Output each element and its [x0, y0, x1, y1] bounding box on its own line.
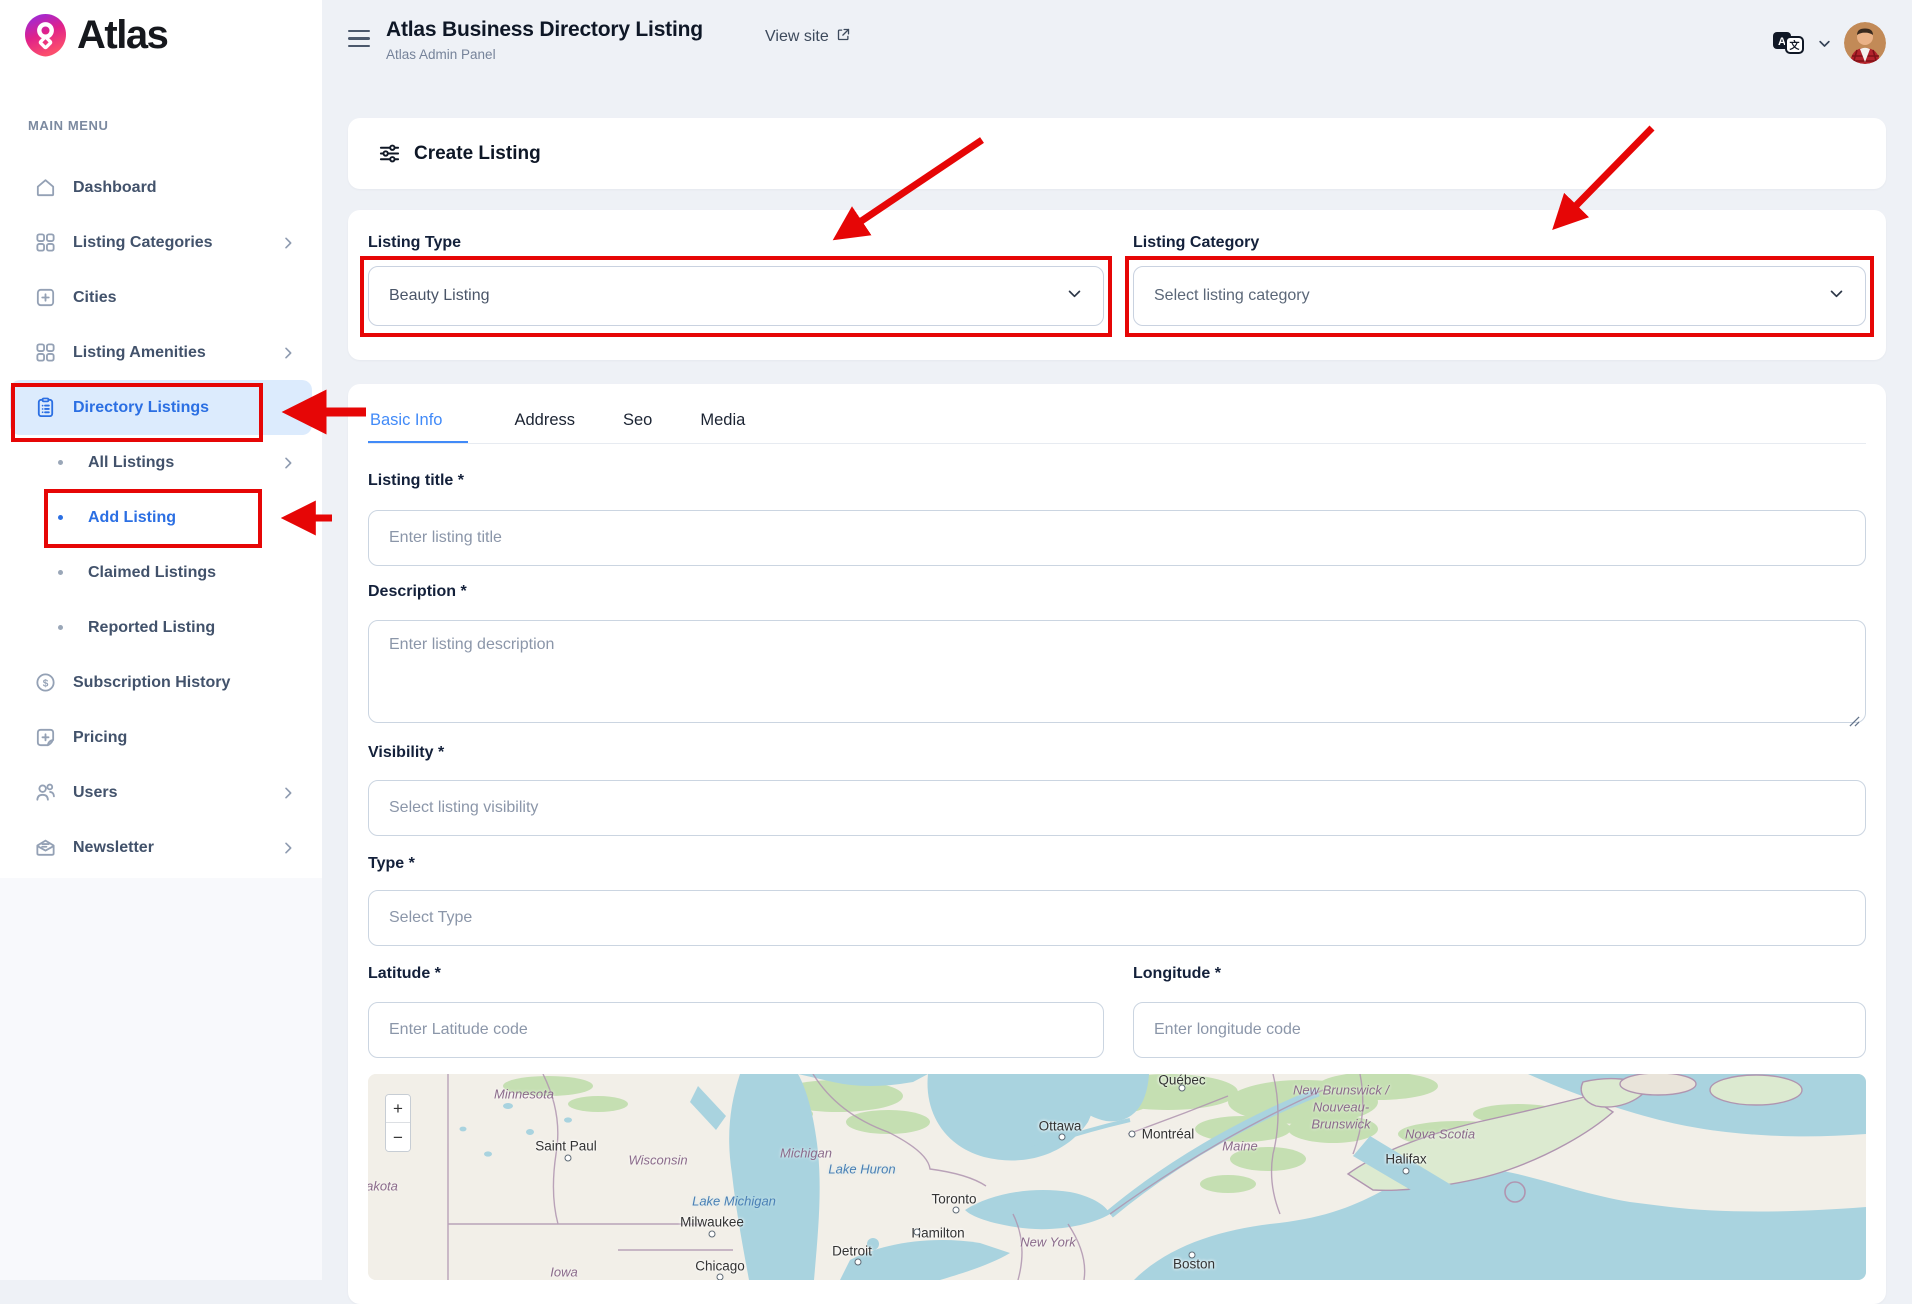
- chevron-right-icon: [280, 455, 296, 471]
- tab-media[interactable]: Media: [698, 398, 747, 443]
- tab-address[interactable]: Address: [512, 398, 577, 443]
- description-label: Description *: [368, 583, 467, 601]
- sidebar-item-users[interactable]: Users: [0, 765, 322, 820]
- listing-form-card: Basic Info Address Seo Media Listing tit…: [348, 384, 1886, 1304]
- svg-text:文: 文: [1790, 39, 1801, 52]
- sidebar-item-label: Directory Listings: [73, 399, 209, 417]
- clipboard-list-icon: [34, 396, 57, 419]
- grid-icon: [34, 231, 57, 254]
- chevron-down-icon: [1828, 285, 1845, 307]
- sidebar-item-all-listings[interactable]: All Listings: [0, 435, 322, 490]
- topbar: Atlas Business Directory Listing Atlas A…: [322, 0, 1912, 86]
- view-site-label: View site: [765, 28, 829, 46]
- latitude-input[interactable]: [368, 1002, 1104, 1058]
- sidebar-item-label: All Listings: [88, 454, 174, 472]
- sidebar: Atlas MAIN MENU Dashboard Listing Catego…: [0, 0, 322, 1280]
- map-zoom-control: + −: [385, 1094, 411, 1152]
- create-listing-card: Create Listing: [348, 118, 1886, 189]
- chevron-right-icon: [280, 785, 296, 801]
- sidebar-item-pricing[interactable]: Pricing: [0, 710, 322, 765]
- user-avatar[interactable]: [1844, 22, 1886, 64]
- sidebar-item-label: Dashboard: [73, 179, 157, 197]
- bullet-icon: [58, 515, 63, 520]
- sidebar-item-label: Listing Categories: [73, 234, 213, 252]
- listing-type-select[interactable]: Beauty Listing: [368, 266, 1104, 326]
- longitude-label: Longitude *: [1133, 965, 1221, 983]
- visibility-label: Visibility *: [368, 744, 444, 762]
- brand-name: Atlas: [77, 13, 167, 58]
- chevron-down-icon[interactable]: [1817, 36, 1832, 51]
- bullet-icon: [58, 570, 63, 575]
- sidebar-item-label: Add Listing: [88, 509, 176, 527]
- svg-text:A: A: [1778, 36, 1786, 48]
- dollar-circle-icon: $: [34, 671, 57, 694]
- listing-type-value: Beauty Listing: [389, 287, 490, 305]
- sliders-icon: [378, 142, 401, 165]
- sidebar-item-label: Reported Listing: [88, 619, 215, 637]
- atlas-pin-icon: [22, 12, 69, 59]
- map-zoom-out-button[interactable]: −: [386, 1123, 410, 1151]
- sidebar-item-directory-listings[interactable]: Directory Listings: [10, 380, 312, 435]
- chevron-right-icon: [280, 345, 296, 361]
- tab-seo[interactable]: Seo: [621, 398, 654, 443]
- create-listing-title: Create Listing: [414, 143, 541, 165]
- sidebar-nav: Dashboard Listing Categories Cities List…: [0, 160, 322, 875]
- listing-selectors-card: Listing Type Beauty Listing Listing Cate…: [348, 210, 1886, 360]
- listing-category-label: Listing Category: [1133, 234, 1259, 252]
- chevron-right-icon: [280, 235, 296, 251]
- bullet-icon: [58, 625, 63, 630]
- sidebar-item-label: Users: [73, 784, 117, 802]
- type-select[interactable]: [368, 890, 1866, 946]
- sidebar-item-add-listing[interactable]: Add Listing: [0, 490, 322, 545]
- map-canvas: [368, 1074, 1866, 1280]
- sidebar-item-label: Listing Amenities: [73, 344, 206, 362]
- sidebar-item-label: Subscription History: [73, 674, 230, 692]
- bullet-icon: [58, 460, 63, 465]
- brand-logo[interactable]: Atlas: [22, 12, 167, 59]
- location-map[interactable]: MinnesotaSaint PaulWisconsinMichiganLake…: [368, 1074, 1866, 1280]
- sidebar-item-label: Pricing: [73, 729, 127, 747]
- tab-bar: Basic Info Address Seo Media: [368, 398, 1866, 444]
- plus-square-icon: [34, 286, 57, 309]
- type-label: Type *: [368, 855, 415, 873]
- description-textarea[interactable]: [368, 620, 1866, 723]
- listing-type-label: Listing Type: [368, 234, 461, 252]
- mail-icon: [34, 836, 57, 859]
- chevron-right-icon: [280, 840, 296, 856]
- sidebar-item-listing-amenities[interactable]: Listing Amenities: [0, 325, 322, 380]
- external-link-icon: [836, 27, 851, 47]
- sidebar-item-cities[interactable]: Cities: [0, 270, 322, 325]
- listing-category-placeholder: Select listing category: [1154, 287, 1310, 305]
- map-zoom-in-button[interactable]: +: [386, 1095, 410, 1123]
- sidebar-item-claimed-listings[interactable]: Claimed Listings: [0, 545, 322, 600]
- sidebar-item-label: Newsletter: [73, 839, 154, 857]
- latitude-label: Latitude *: [368, 965, 441, 983]
- sidebar-item-subscription-history[interactable]: $ Subscription History: [0, 655, 322, 710]
- visibility-select[interactable]: [368, 780, 1866, 836]
- sidebar-item-dashboard[interactable]: Dashboard: [0, 160, 322, 215]
- sidebar-item-reported-listing[interactable]: Reported Listing: [0, 600, 322, 655]
- document-plus-icon: [34, 726, 57, 749]
- longitude-input[interactable]: [1133, 1002, 1866, 1058]
- chevron-down-icon: [1066, 285, 1083, 307]
- page-subtitle: Atlas Admin Panel: [386, 47, 703, 62]
- sidebar-item-label: Claimed Listings: [88, 564, 216, 582]
- sidebar-item-newsletter[interactable]: Newsletter: [0, 820, 322, 875]
- sidebar-item-listing-categories[interactable]: Listing Categories: [0, 215, 322, 270]
- tab-basic-info[interactable]: Basic Info: [368, 398, 468, 443]
- sidebar-section-label: MAIN MENU: [28, 118, 109, 133]
- listing-title-input[interactable]: [368, 510, 1866, 566]
- users-icon: [34, 781, 57, 804]
- hamburger-menu-icon[interactable]: [348, 30, 370, 47]
- listing-category-select[interactable]: Select listing category: [1133, 266, 1866, 326]
- svg-text:$: $: [43, 678, 49, 689]
- view-site-link[interactable]: View site: [765, 27, 851, 47]
- home-icon: [34, 176, 57, 199]
- grid-icon: [34, 341, 57, 364]
- language-switcher-icon[interactable]: A 文: [1771, 29, 1805, 57]
- listing-title-label: Listing title *: [368, 472, 464, 490]
- page-title: Atlas Business Directory Listing: [386, 18, 703, 42]
- sidebar-item-label: Cities: [73, 289, 117, 307]
